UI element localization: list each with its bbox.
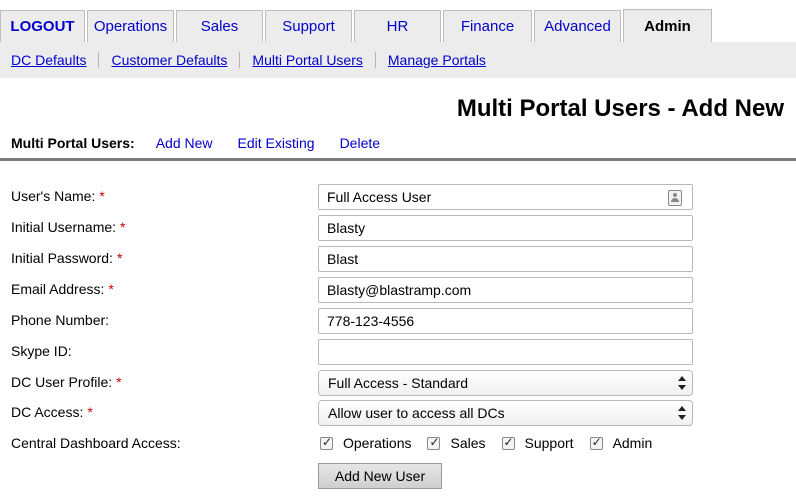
dc-user-profile-label: DC User Profile: * [11,374,122,390]
tab-operations[interactable]: Operations [87,10,174,42]
email-address-field[interactable]: Blasty@blastramp.com [318,277,693,303]
email-address-label: Email Address: * [11,281,114,297]
action-bar-label: Multi Portal Users: [11,135,135,151]
initial-password-field[interactable]: Blast [318,246,693,272]
tab-hr[interactable]: HR [354,10,441,42]
users-name-field[interactable]: Full Access User [318,184,693,210]
checkbox-checked-icon[interactable] [589,435,603,450]
checkbox-operations[interactable]: Operations [320,435,411,451]
phone-number-field[interactable]: 778-123-4556 [318,308,693,334]
checkbox-admin[interactable]: Admin [589,435,652,451]
page-title: Multi Portal Users - Add New [456,95,784,122]
phone-number-label: Phone Number: [11,312,110,328]
contact-card-icon[interactable] [668,190,682,206]
edit-existing-link[interactable]: Edit Existing [238,135,315,151]
dc-access-label: DC Access: * [11,404,93,420]
subnav-customer-defaults[interactable]: Customer Defaults [99,52,239,68]
tab-support[interactable]: Support [265,10,352,42]
tab-finance[interactable]: Finance [443,10,532,42]
tab-advanced[interactable]: Advanced [534,10,621,42]
subnav-dc-defaults[interactable]: DC Defaults [0,52,98,68]
initial-username-field[interactable]: Blasty [318,215,693,241]
action-bar: Multi Portal Users: Add New Edit Existin… [11,133,405,153]
subnav-manage-portals[interactable]: Manage Portals [376,52,498,68]
sub-navigation: DC Defaults Customer Defaults Multi Port… [0,42,796,78]
central-dashboard-access-label: Central Dashboard Access: [11,435,181,451]
initial-password-label: Initial Password: * [11,250,123,266]
checkbox-sales[interactable]: Sales [427,435,486,451]
tab-sales[interactable]: Sales [176,10,263,42]
add-new-link[interactable]: Add New [156,135,213,151]
checkbox-checked-icon[interactable] [320,435,333,450]
dashboard-access-checkboxes: Operations Sales Support Admin [320,433,668,453]
checkbox-checked-icon[interactable] [501,435,515,450]
dc-access-select[interactable]: Allow user to access all DCs [318,400,693,426]
checkbox-support[interactable]: Support [501,435,574,451]
section-divider [0,158,796,161]
tab-logout[interactable]: LOGOUT [0,10,85,42]
dc-user-profile-select[interactable]: Full Access - Standard [318,370,693,396]
users-name-label: User's Name: * [11,188,105,204]
select-arrows-icon [678,406,686,420]
tab-admin[interactable]: Admin [623,9,712,42]
main-tab-bar: LOGOUT Operations Sales Support HR Finan… [0,0,796,42]
initial-username-label: Initial Username: * [11,219,126,235]
add-new-user-button[interactable]: Add New User [318,463,442,489]
checkbox-checked-icon[interactable] [427,435,441,450]
skype-id-label: Skype ID: [11,343,72,359]
delete-link[interactable]: Delete [340,135,380,151]
select-arrows-icon [678,376,686,390]
subnav-multi-portal-users[interactable]: Multi Portal Users [240,52,374,68]
skype-id-field[interactable] [318,339,693,365]
